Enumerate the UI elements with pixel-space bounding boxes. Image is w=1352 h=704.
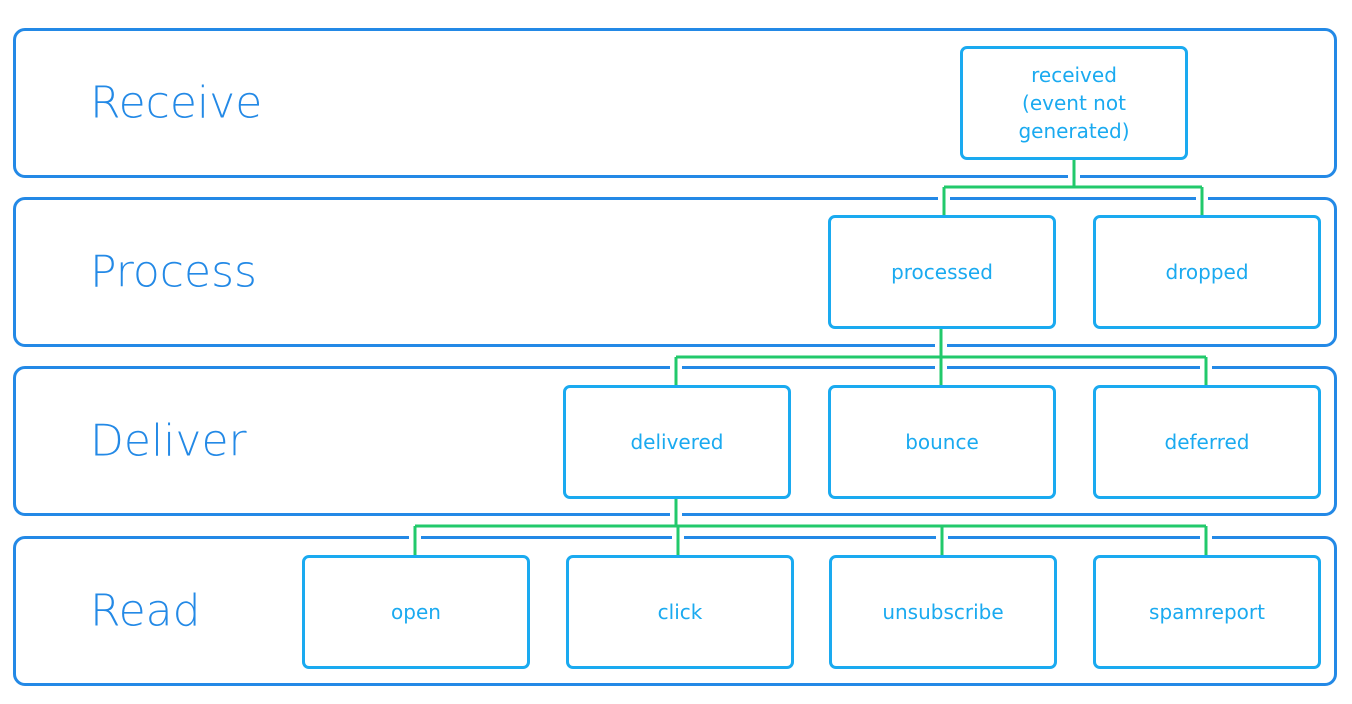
connector-received-to-process bbox=[942, 160, 1204, 215]
connector-delivered-to-read bbox=[413, 498, 1208, 555]
event-bounce: bounce bbox=[828, 385, 1056, 499]
event-label: received (event not generated) bbox=[1018, 63, 1130, 143]
event-label: delivered bbox=[630, 430, 724, 454]
event-deferred: deferred bbox=[1093, 385, 1321, 499]
event-spamreport: spamreport bbox=[1093, 555, 1321, 669]
event-received: received (event not generated) bbox=[960, 46, 1188, 160]
event-label: click bbox=[657, 600, 703, 624]
event-open: open bbox=[302, 555, 530, 669]
event-label: spamreport bbox=[1149, 600, 1265, 624]
event-click: click bbox=[566, 555, 794, 669]
event-label: open bbox=[391, 600, 441, 624]
event-label: dropped bbox=[1165, 260, 1249, 284]
event-label: unsubscribe bbox=[882, 600, 1004, 624]
event-label: processed bbox=[891, 260, 993, 284]
event-label: bounce bbox=[905, 430, 979, 454]
event-label: deferred bbox=[1164, 430, 1250, 454]
connector-processed-to-deliver bbox=[674, 329, 1208, 385]
event-unsubscribe: unsubscribe bbox=[829, 555, 1057, 669]
event-processed: processed bbox=[828, 215, 1056, 329]
event-delivered: delivered bbox=[563, 385, 791, 499]
event-dropped: dropped bbox=[1093, 215, 1321, 329]
